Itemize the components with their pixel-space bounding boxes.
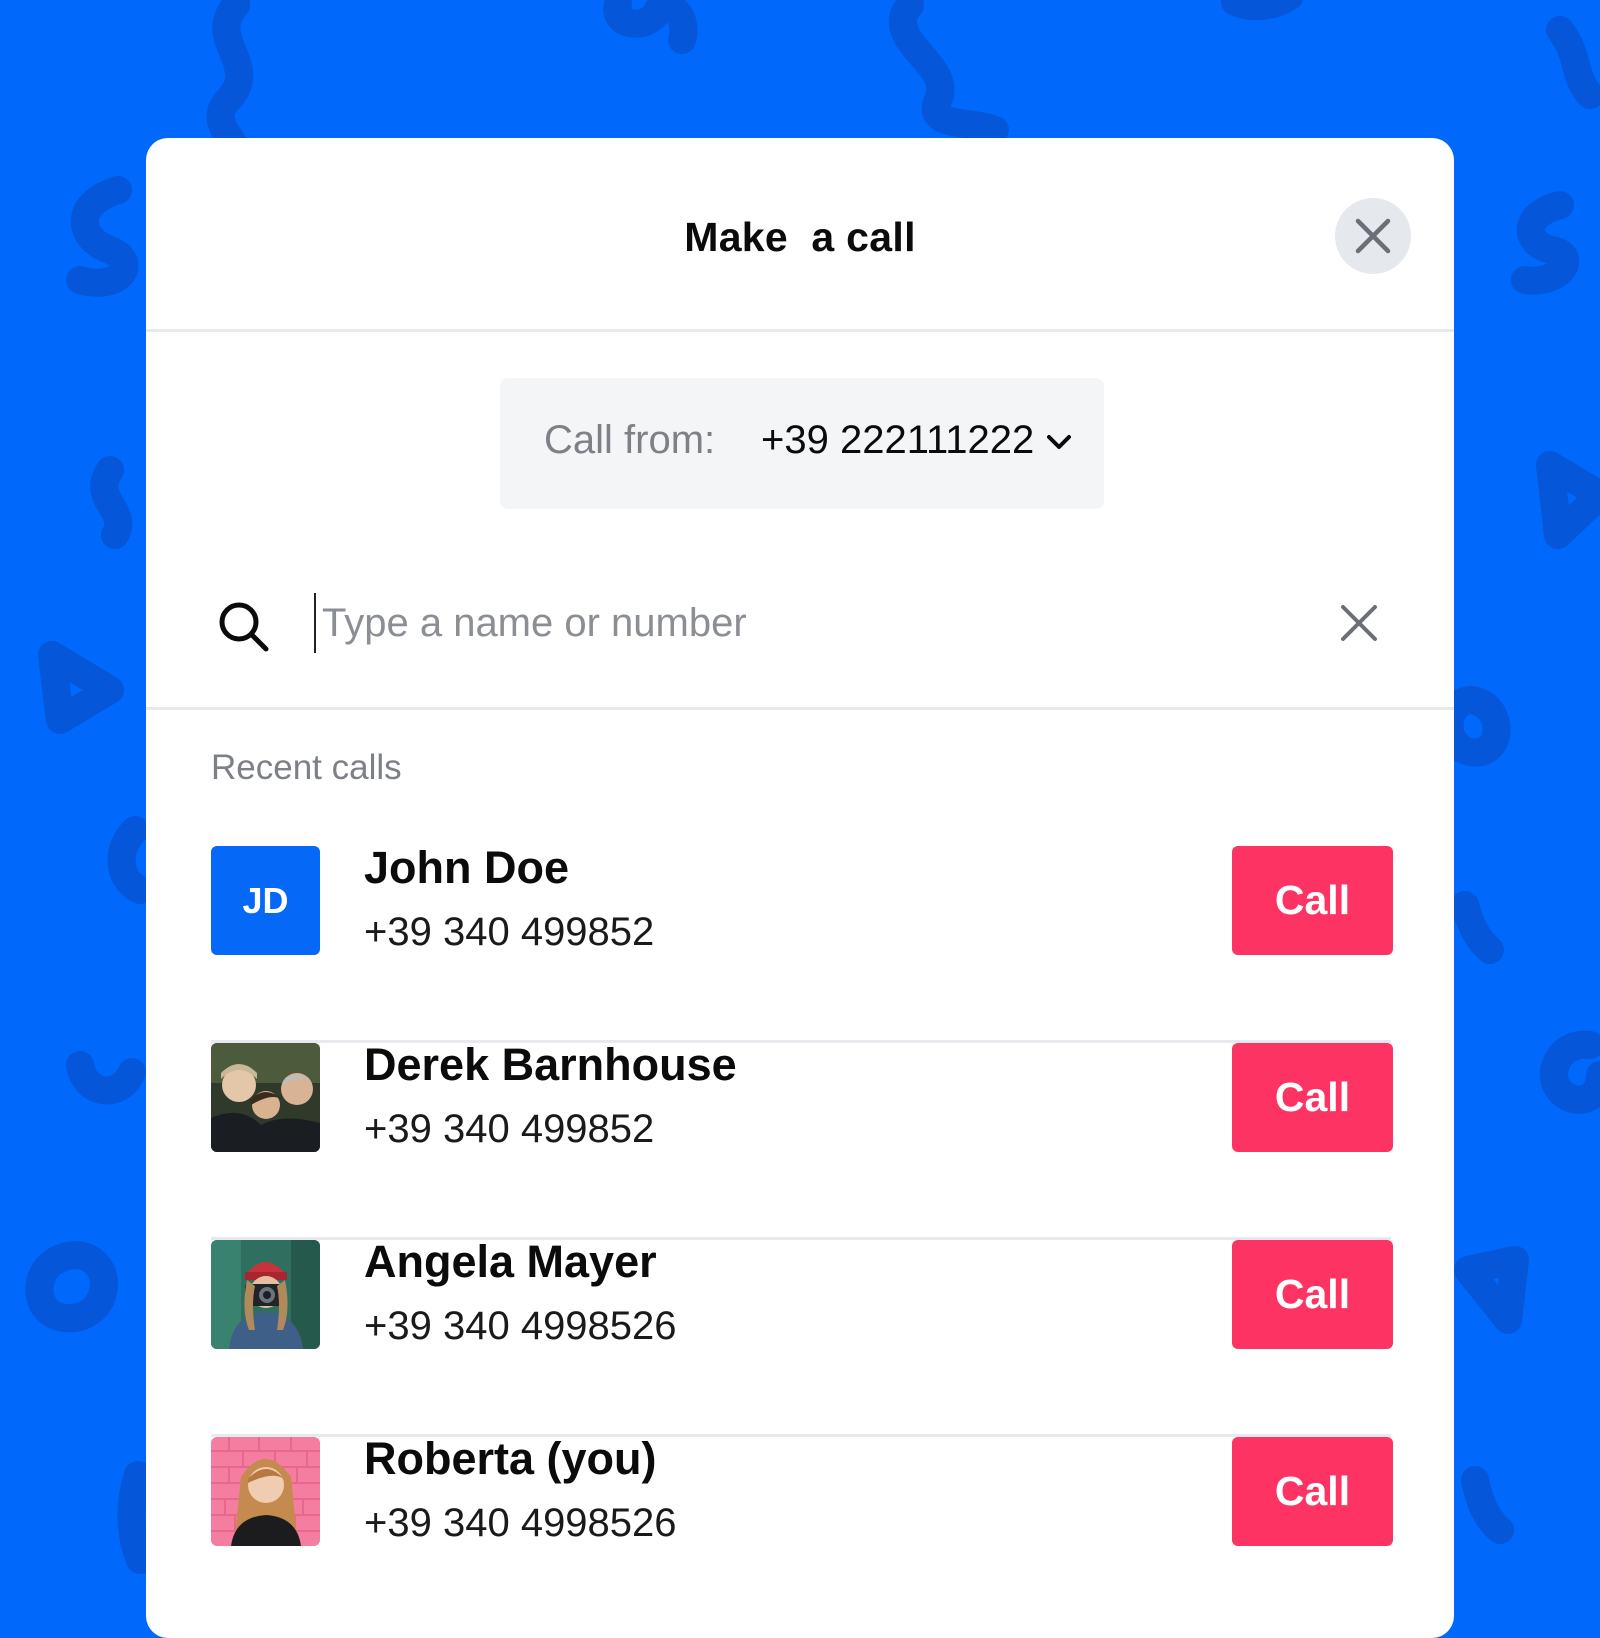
avatar-photo [211,1240,320,1349]
call-button[interactable]: Call [1232,1240,1393,1349]
avatar [211,1043,320,1152]
make-call-dialog: Make a call Call from: +39 222111222 Rec… [146,138,1454,1638]
close-icon [1355,218,1391,254]
call-button[interactable]: Call [1232,846,1393,955]
list-item: Roberta (you) +39 340 4998526 Call [211,1433,1393,1634]
contact-name: Roberta (you) [364,1433,657,1484]
call-from-number: +39 222111222 [761,418,1035,462]
contact-name: Derek Barnhouse [364,1039,737,1090]
search-bar [146,543,1454,710]
call-from-label: Call from: [544,418,716,462]
dialog-header: Make a call [146,138,1454,332]
avatar-photo [211,1043,320,1152]
call-button[interactable]: Call [1232,1043,1393,1152]
avatar [211,1240,320,1349]
avatar [211,1437,320,1546]
call-button[interactable]: Call [1232,1437,1393,1546]
avatar-photo [211,1437,320,1546]
list-item: JD John Doe +39 340 499852 Call [211,842,1393,1043]
contact-name: Angela Mayer [364,1236,657,1287]
recent-calls-heading: Recent calls [211,748,402,787]
contact-phone: +39 340 4998526 [364,1304,677,1348]
chevron-down-icon [1047,435,1071,449]
recent-calls-list: JD John Doe +39 340 499852 Call Derek Ba… [211,842,1393,1634]
list-item: Angela Mayer +39 340 4998526 Call [211,1236,1393,1437]
contact-name: John Doe [364,842,570,893]
contact-phone: +39 340 499852 [364,910,655,954]
contact-phone: +39 340 499852 [364,1107,655,1151]
dialog-title: Make a call [684,214,916,260]
avatar: JD [211,846,320,955]
search-input[interactable] [314,593,1302,653]
search-icon [219,602,269,652]
close-dialog-button[interactable] [1335,198,1411,274]
clear-search-icon[interactable] [1339,603,1379,643]
list-item: Derek Barnhouse +39 340 499852 Call [211,1039,1393,1240]
call-from-selector[interactable]: Call from: +39 222111222 [500,378,1104,509]
contact-phone: +39 340 4998526 [364,1501,677,1545]
